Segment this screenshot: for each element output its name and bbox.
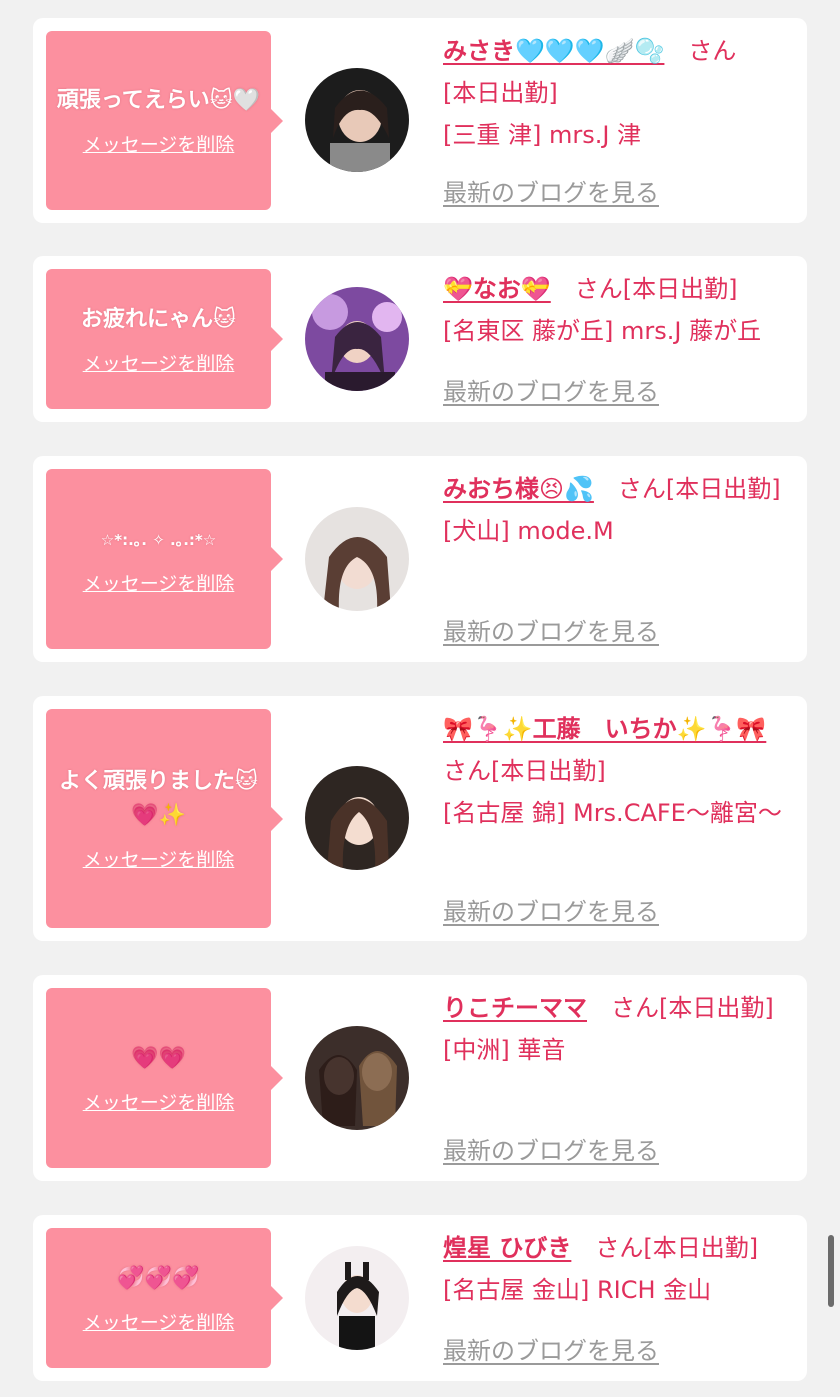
cast-name-link[interactable]: 💝なお💝 (443, 275, 551, 303)
delete-message-link[interactable]: メッセージを削除 (83, 130, 235, 157)
san-label: さん (617, 475, 666, 503)
avatar[interactable] (305, 766, 409, 870)
avatar[interactable] (305, 68, 409, 172)
status-text: [本日出勤] (491, 757, 606, 785)
shop-text: [名古屋 金山] RICH 金山 (443, 1276, 712, 1304)
view-blog-link[interactable]: 最新のブログを見る (443, 372, 659, 407)
cast-info: 煌星 ひびき さん[本日出勤] [名古屋 金山] RICH 金山 (443, 1227, 793, 1311)
status-text: [本日出勤] (665, 475, 781, 503)
shop-text: [犬山] mode.M (443, 517, 614, 545)
favorite-messages-list: 頑張ってえらい🐱🤍 メッセージを削除 みさき🩵🩵🩵🪽🫧 さん [本日出勤] [三… (0, 0, 840, 1397)
cast-name-link[interactable]: 🎀🦩✨工藤 いちか✨🦩🎀 (443, 715, 766, 743)
san-label: さん (595, 1234, 644, 1262)
avatar[interactable] (305, 287, 409, 391)
message-card: 頑張ってえらい🐱🤍 メッセージを削除 みさき🩵🩵🩵🪽🫧 さん [本日出勤] [三… (33, 18, 807, 223)
status-text: [本日出勤] (643, 1234, 759, 1262)
shop-text: [名東区 藤が丘] mrs.J 藤が丘 (443, 317, 762, 345)
message-card: 💞💞💞 メッセージを削除 煌星 ひびき さん[本日出勤] [名古屋 金山] RI… (33, 1215, 807, 1381)
delete-message-link[interactable]: メッセージを削除 (83, 1308, 235, 1335)
message-bubble: お疲れにゃん🐱 メッセージを削除 (46, 269, 283, 409)
message-bubble: 💞💞💞 メッセージを削除 (46, 1228, 283, 1368)
san-label: さん (443, 757, 491, 785)
cast-info: 🎀🦩✨工藤 いちか✨🦩🎀 さん[本日出勤] [名古屋 錦] Mrs.CAFE～離… (443, 708, 793, 834)
view-blog-link[interactable]: 最新のブログを見る (443, 173, 659, 208)
cast-info: みおち様😣💦 さん[本日出勤] [犬山] mode.M (443, 468, 793, 552)
delete-message-link[interactable]: メッセージを削除 (83, 1088, 235, 1115)
cast-info: 💝なお💝 さん[本日出勤] [名東区 藤が丘] mrs.J 藤が丘 (443, 268, 793, 352)
message-bubble: よく頑張りました🐱💗✨ メッセージを削除 (46, 709, 283, 928)
message-card: 💗💗 メッセージを削除 りこチーママ さん[本日出勤] [中洲] 華音 最新のブ… (33, 975, 807, 1181)
avatar[interactable] (305, 1026, 409, 1130)
message-text: 💗💗 (131, 1045, 186, 1071)
message-text: お疲れにゃん🐱 (81, 306, 236, 332)
cast-info: りこチーママ さん[本日出勤] [中洲] 華音 (443, 987, 793, 1071)
message-text: 頑張ってえらい🐱🤍 (56, 88, 261, 113)
cast-info: みさき🩵🩵🩵🪽🫧 さん [本日出勤] [三重 津] mrs.J 津 (443, 30, 793, 156)
delete-message-link[interactable]: メッセージを削除 (83, 349, 235, 376)
message-card: よく頑張りました🐱💗✨ メッセージを削除 🎀🦩✨工藤 いちか✨🦩🎀 さん[本日出… (33, 696, 807, 941)
status-text: [本日出勤] (443, 79, 558, 107)
message-text: 💞💞💞 (117, 1265, 200, 1291)
san-label: さん (574, 275, 623, 303)
shop-text: [名古屋 錦] Mrs.CAFE～離宮～ (443, 799, 782, 827)
shop-text: [中洲] 華音 (443, 1036, 566, 1064)
scrollbar[interactable] (828, 1235, 834, 1307)
san-label: さん (611, 994, 659, 1022)
message-card: ☆*:.｡. ✧ .｡.:*☆ メッセージを削除 みおち様😣💦 さん[本日出勤]… (33, 456, 807, 662)
view-blog-link[interactable]: 最新のブログを見る (443, 1131, 659, 1166)
cast-name-link[interactable]: 煌星 ひびき (443, 1234, 571, 1262)
cast-name-link[interactable]: みさき🩵🩵🩵🪽🫧 (443, 37, 664, 65)
message-bubble: 💗💗 メッセージを削除 (46, 988, 283, 1168)
view-blog-link[interactable]: 最新のブログを見る (443, 892, 659, 927)
status-text: [本日出勤] (622, 275, 738, 303)
cast-name-link[interactable]: みおち様😣💦 (443, 475, 594, 503)
avatar[interactable] (305, 507, 409, 611)
avatar[interactable] (305, 1246, 409, 1350)
cast-name-link[interactable]: りこチーママ (443, 994, 587, 1022)
message-text: よく頑張りました🐱💗✨ (59, 769, 258, 828)
view-blog-link[interactable]: 最新のブログを見る (443, 1331, 659, 1366)
message-text: ☆*:.｡. ✧ .｡.:*☆ (100, 530, 217, 549)
status-text: [本日出勤] (659, 994, 774, 1022)
message-bubble: 頑張ってえらい🐱🤍 メッセージを削除 (46, 31, 283, 210)
san-label: さん (688, 37, 737, 65)
delete-message-link[interactable]: メッセージを削除 (83, 845, 235, 872)
message-card: お疲れにゃん🐱 メッセージを削除 💝なお💝 さん[本日出勤] [名東区 藤が丘]… (33, 256, 807, 422)
delete-message-link[interactable]: メッセージを削除 (83, 569, 235, 596)
message-bubble: ☆*:.｡. ✧ .｡.:*☆ メッセージを削除 (46, 469, 283, 649)
view-blog-link[interactable]: 最新のブログを見る (443, 612, 659, 647)
shop-text: [三重 津] mrs.J 津 (443, 121, 642, 149)
